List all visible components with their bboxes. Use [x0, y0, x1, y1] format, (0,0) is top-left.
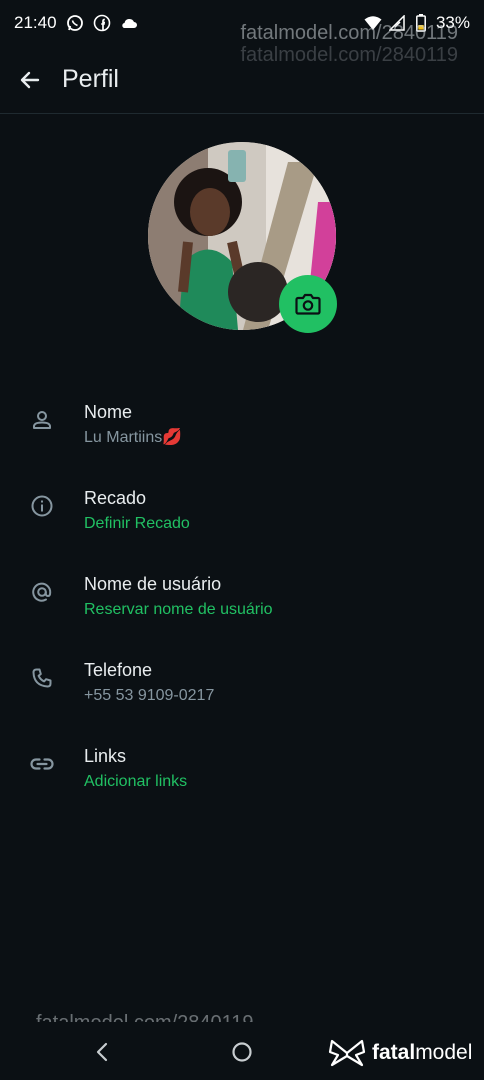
brand-rest: model: [415, 1041, 473, 1064]
brand-name: fatalmodel: [372, 1041, 472, 1065]
row-value: Lu Martiins💋: [84, 429, 183, 446]
row-action-link[interactable]: Definir Recado: [84, 512, 190, 536]
person-icon: [0, 386, 84, 446]
profile-photo-container: [148, 142, 337, 333]
phone-icon: [0, 644, 84, 704]
phone-row[interactable]: Telefone +55 53 9109-0217: [0, 644, 484, 730]
row-label: Links: [84, 746, 127, 766]
info-icon: [0, 472, 84, 532]
row-label: Recado: [84, 488, 147, 508]
app-bar: Perfil: [0, 46, 484, 114]
chevron-left-icon: [96, 1042, 108, 1062]
whatsapp-icon: [66, 14, 84, 32]
watermark-text: fatalmodel.com/2840119: [240, 22, 458, 44]
arrow-left-icon: [20, 71, 40, 88]
username-row[interactable]: Nome de usuário Reservar nome de usuário: [0, 558, 484, 644]
row-label: Nome: [84, 402, 133, 422]
page-title: Perfil: [62, 65, 119, 93]
status-time: 21:40: [14, 13, 57, 32]
butterfly-logo-icon: [328, 1039, 366, 1067]
row-action-link[interactable]: Reservar nome de usuário: [84, 598, 273, 622]
status-message-row[interactable]: Recado Definir Recado: [0, 472, 484, 558]
link-icon: [0, 730, 84, 790]
nav-home-button[interactable]: [231, 1041, 253, 1063]
row-label: Telefone: [84, 660, 153, 680]
row-value: +55 53 9109-0217: [84, 687, 215, 704]
profile-screen: 21:40 33% fatalmodel.com/2840119 fatalmo…: [0, 0, 484, 1080]
row-action-link[interactable]: Adicionar links: [84, 770, 187, 794]
camera-icon: [295, 293, 321, 315]
back-button[interactable]: [2, 52, 58, 108]
nav-back-button[interactable]: [92, 1040, 112, 1064]
links-row[interactable]: Links Adicionar links: [0, 730, 484, 816]
name-row[interactable]: Nome Lu Martiins💋: [0, 386, 484, 472]
brand-watermark: fatalmodel: [328, 1038, 472, 1068]
circle-home-icon: [232, 1042, 252, 1062]
change-photo-button[interactable]: [279, 275, 337, 333]
row-label: Nome de usuário: [84, 574, 222, 594]
facebook-icon: [93, 14, 111, 32]
at-icon: [0, 558, 84, 618]
cloud-icon: [120, 14, 138, 32]
profile-fields: Nome Lu Martiins💋 Recado Definir Recado …: [0, 386, 484, 816]
brand-bold: fatal: [372, 1041, 416, 1064]
